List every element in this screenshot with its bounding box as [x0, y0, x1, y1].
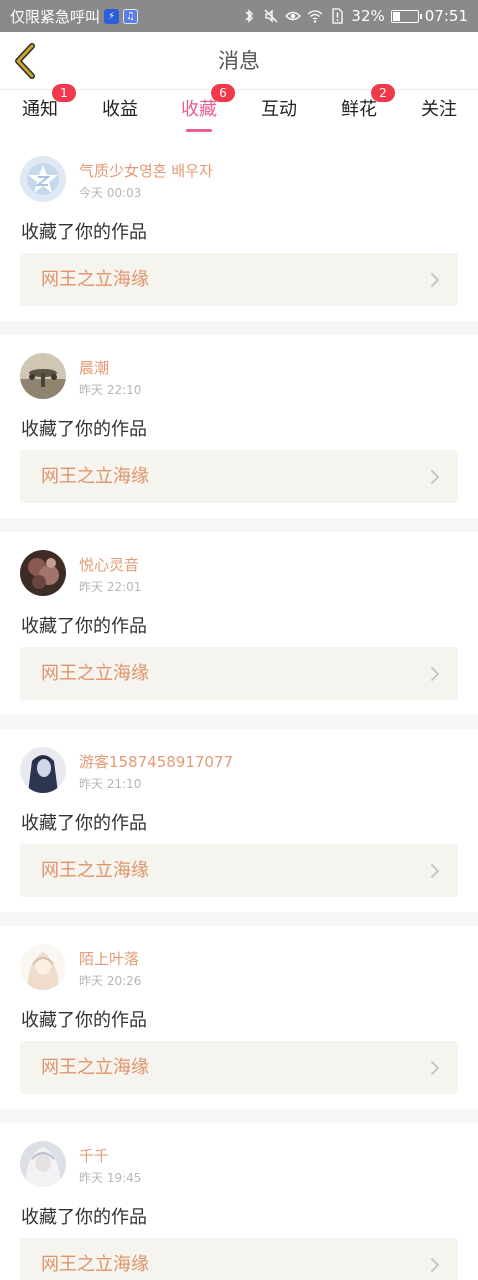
avatar[interactable] — [20, 550, 66, 596]
tab-earnings[interactable]: 收益 — [80, 90, 160, 134]
work-title: 网王之立海缘 — [41, 269, 149, 290]
tab-interactions[interactable]: 互动 — [239, 90, 319, 134]
timestamp: 昨天 22:01 — [79, 580, 142, 594]
avatar[interactable] — [20, 156, 66, 202]
tab-label: 通知 — [22, 99, 58, 120]
tab-label: 关注 — [421, 99, 457, 120]
active-tab-indicator — [186, 129, 212, 132]
tab-label: 收藏 — [181, 99, 217, 120]
message-item: 陌上叶落昨天 20:26 收藏了你的作品网王之立海缘 — [0, 926, 478, 1109]
section-divider — [0, 1109, 478, 1123]
status-left: 仅限紧急呼叫 ⚡ ♫ — [10, 0, 139, 32]
work-link[interactable]: 网王之立海缘 — [20, 647, 458, 700]
clock: 07:51 — [424, 7, 468, 25]
tab-label: 收益 — [102, 99, 138, 120]
flash-icon: ⚡ — [104, 8, 120, 24]
sim-alert-icon — [332, 8, 344, 24]
action-text: 收藏了你的作品 — [21, 813, 147, 834]
battery-level — [392, 11, 401, 21]
timestamp: 昨天 22:10 — [79, 383, 142, 397]
action-text: 收藏了你的作品 — [21, 1207, 147, 1228]
timestamp: 昨天 21:10 — [79, 777, 142, 791]
action-text: 收藏了你的作品 — [21, 616, 147, 637]
chevron-right-icon — [431, 1258, 439, 1272]
message-item: 游客1587458917077 昨天 21:10 收藏了你的作品网王之立海缘 — [0, 729, 478, 912]
message-item: 千千昨天 19:45 收藏了你的作品网王之立海缘 — [0, 1123, 478, 1280]
work-link[interactable]: 网王之立海缘 — [20, 450, 458, 503]
bluetooth-icon — [245, 9, 254, 23]
back-button[interactable] — [10, 42, 42, 80]
work-link[interactable]: 网王之立海缘 — [20, 1238, 458, 1280]
work-title: 网王之立海缘 — [41, 860, 149, 881]
mute-icon — [264, 9, 278, 23]
section-divider — [0, 715, 478, 729]
tab-label: 鲜花 — [341, 99, 377, 120]
message-item: 悦心灵音昨天 22:01 收藏了你的作品网王之立海缘 — [0, 532, 478, 715]
header: 消息 — [0, 32, 478, 90]
username[interactable]: 气质少女영혼 배우자 — [79, 160, 213, 181]
unread-badge: 1 — [52, 84, 76, 102]
work-link[interactable]: 网王之立海缘 — [20, 253, 458, 306]
status-bar: 仅限紧急呼叫 ⚡ ♫ 32% 07:51 — [0, 0, 478, 32]
work-title: 网王之立海缘 — [41, 1057, 149, 1078]
wifi-icon — [307, 10, 323, 23]
avatar[interactable] — [20, 944, 66, 990]
tab-label: 互动 — [261, 99, 297, 120]
action-text: 收藏了你的作品 — [21, 419, 147, 440]
battery-percent: 32% — [351, 7, 385, 25]
tab-bar: 通知 1 收益 收藏 6 互动 鲜花 2 关注 — [0, 84, 478, 134]
message-item: 气质少女영혼 배우자 今天 00:03 收藏了你的作品网王之立海缘 — [0, 138, 478, 321]
username[interactable]: 陌上叶落 — [79, 948, 139, 969]
work-title: 网王之立海缘 — [41, 466, 149, 487]
username[interactable]: 千千 — [79, 1145, 109, 1166]
tab-follows[interactable]: 关注 — [399, 90, 478, 134]
action-text: 收藏了你的作品 — [21, 222, 147, 243]
unread-badge: 6 — [211, 84, 235, 102]
tab-flowers[interactable]: 鲜花 2 — [319, 84, 399, 134]
timestamp: 今天 00:03 — [79, 186, 142, 200]
chevron-right-icon — [431, 273, 439, 287]
chevron-right-icon — [431, 667, 439, 681]
carrier-text: 仅限紧急呼叫 — [10, 7, 101, 26]
username[interactable]: 游客1587458917077 — [79, 751, 233, 772]
tab-favorites[interactable]: 收藏 6 — [159, 84, 239, 134]
avatar[interactable] — [20, 353, 66, 399]
chevron-right-icon — [431, 864, 439, 878]
message-item: 晨潮昨天 22:10 收藏了你的作品网王之立海缘 — [0, 335, 478, 518]
tab-notifications[interactable]: 通知 1 — [0, 84, 80, 134]
section-divider — [0, 518, 478, 532]
section-divider — [0, 912, 478, 926]
battery-icon — [390, 9, 422, 23]
work-title: 网王之立海缘 — [41, 1254, 149, 1275]
unread-badge: 2 — [371, 84, 395, 102]
timestamp: 昨天 19:45 — [79, 1171, 142, 1185]
work-link[interactable]: 网王之立海缘 — [20, 844, 458, 897]
page-title: 消息 — [218, 49, 260, 73]
work-link[interactable]: 网王之立海缘 — [20, 1041, 458, 1094]
back-arrow-icon — [15, 43, 35, 79]
avatar[interactable] — [20, 747, 66, 793]
avatar[interactable] — [20, 1141, 66, 1187]
username[interactable]: 悦心灵音 — [79, 554, 139, 575]
section-divider — [0, 321, 478, 335]
message-feed: 气质少女영혼 배우자 今天 00:03 收藏了你的作品 网王之立海缘 晨潮 昨天 22:1… — [0, 138, 478, 1280]
music-app-icon: ♫ — [123, 8, 139, 24]
timestamp: 昨天 20:26 — [79, 974, 142, 988]
action-text: 收藏了你的作品 — [21, 1010, 147, 1031]
work-title: 网王之立海缘 — [41, 663, 149, 684]
username[interactable]: 晨潮 — [79, 357, 109, 378]
status-right: 32% 07:51 — [241, 0, 468, 32]
eye-icon — [285, 11, 302, 21]
chevron-right-icon — [431, 1061, 439, 1075]
chevron-right-icon — [431, 470, 439, 484]
